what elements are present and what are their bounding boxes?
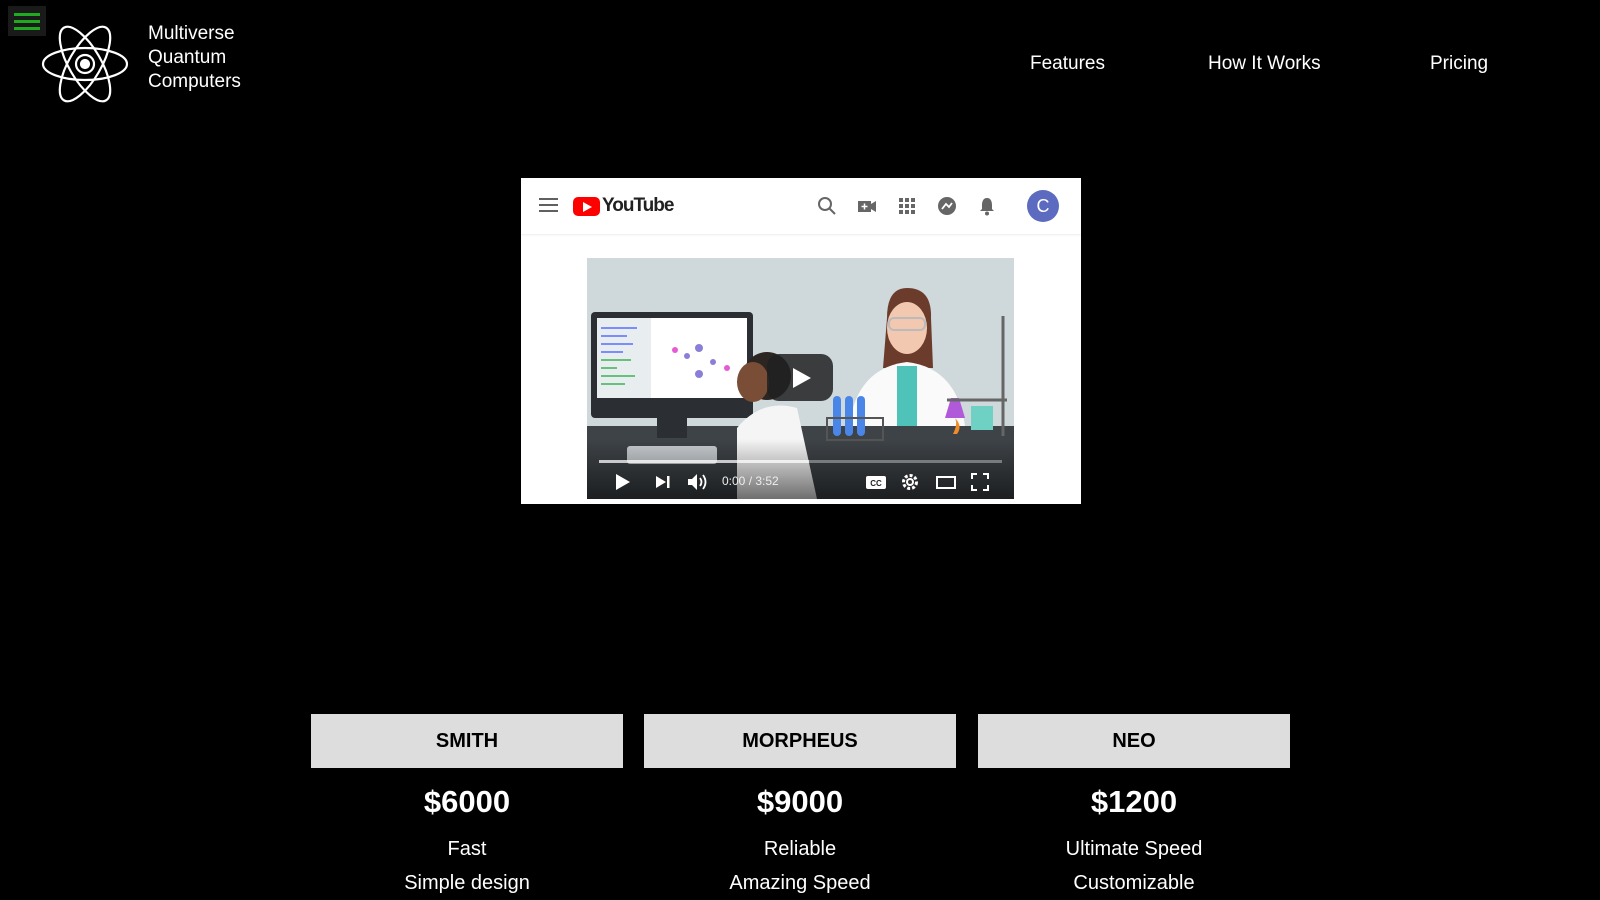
theater-mode-icon[interactable] <box>935 473 957 491</box>
apps-grid-icon[interactable] <box>897 196 917 216</box>
avatar[interactable]: C <box>1027 190 1059 222</box>
main-nav: Features How It Works Pricing <box>0 53 1600 83</box>
plan-card-morpheus: MORPHEUS $9000 Reliable Amazing Speed <box>644 714 956 900</box>
plan-price: $9000 <box>756 784 844 819</box>
plan-feature: Simple design <box>404 872 530 894</box>
messages-icon[interactable] <box>937 196 957 216</box>
plan-price: $6000 <box>423 784 511 819</box>
youtube-menu-icon[interactable] <box>539 198 558 212</box>
video-player[interactable]: 0:00 / 3:52 CC <box>587 258 1014 499</box>
plan-feature: Ultimate Speed <box>1065 838 1203 860</box>
notifications-bell-icon[interactable] <box>977 196 997 216</box>
fullscreen-icon[interactable] <box>971 473 989 491</box>
plan-feature: Reliable <box>763 838 837 860</box>
youtube-play-badge-icon <box>573 196 600 216</box>
big-play-button[interactable] <box>767 354 833 401</box>
brand-line-1: Multiverse <box>148 23 235 44</box>
plan-name: NEO <box>978 714 1290 768</box>
video-progress-bar[interactable] <box>599 460 1002 463</box>
nav-link-features[interactable]: Features <box>1030 53 1105 75</box>
plan-card-smith: SMITH $6000 Fast Simple design <box>311 714 623 900</box>
youtube-embed: YouTube C 0:00 / 3:52 CC <box>521 178 1081 504</box>
youtube-wordmark: YouTube <box>602 195 674 216</box>
next-icon[interactable] <box>655 473 671 491</box>
plan-feature: Customizable <box>1073 872 1195 894</box>
hamburger-icon <box>14 12 40 16</box>
svg-text:CC: CC <box>870 479 882 488</box>
youtube-logo[interactable]: YouTube <box>573 195 674 217</box>
youtube-header: YouTube C <box>521 178 1081 234</box>
plan-name: MORPHEUS <box>644 714 956 768</box>
search-icon[interactable] <box>817 196 837 216</box>
nav-link-pricing[interactable]: Pricing <box>1430 53 1488 75</box>
create-video-icon[interactable] <box>857 196 877 216</box>
plan-feature: Amazing Speed <box>729 872 871 894</box>
video-time-display: 0:00 / 3:52 <box>722 474 779 488</box>
plan-card-neo: NEO $1200 Ultimate Speed Customizable <box>978 714 1290 900</box>
plan-name: SMITH <box>311 714 623 768</box>
volume-icon[interactable] <box>687 473 709 491</box>
plan-feature: Fast <box>447 838 487 860</box>
nav-link-how-it-works[interactable]: How It Works <box>1208 53 1321 75</box>
captions-icon[interactable]: CC <box>865 473 887 491</box>
plan-price: $1200 <box>1090 784 1178 819</box>
settings-gear-icon[interactable] <box>901 473 919 491</box>
play-icon[interactable] <box>615 473 631 491</box>
